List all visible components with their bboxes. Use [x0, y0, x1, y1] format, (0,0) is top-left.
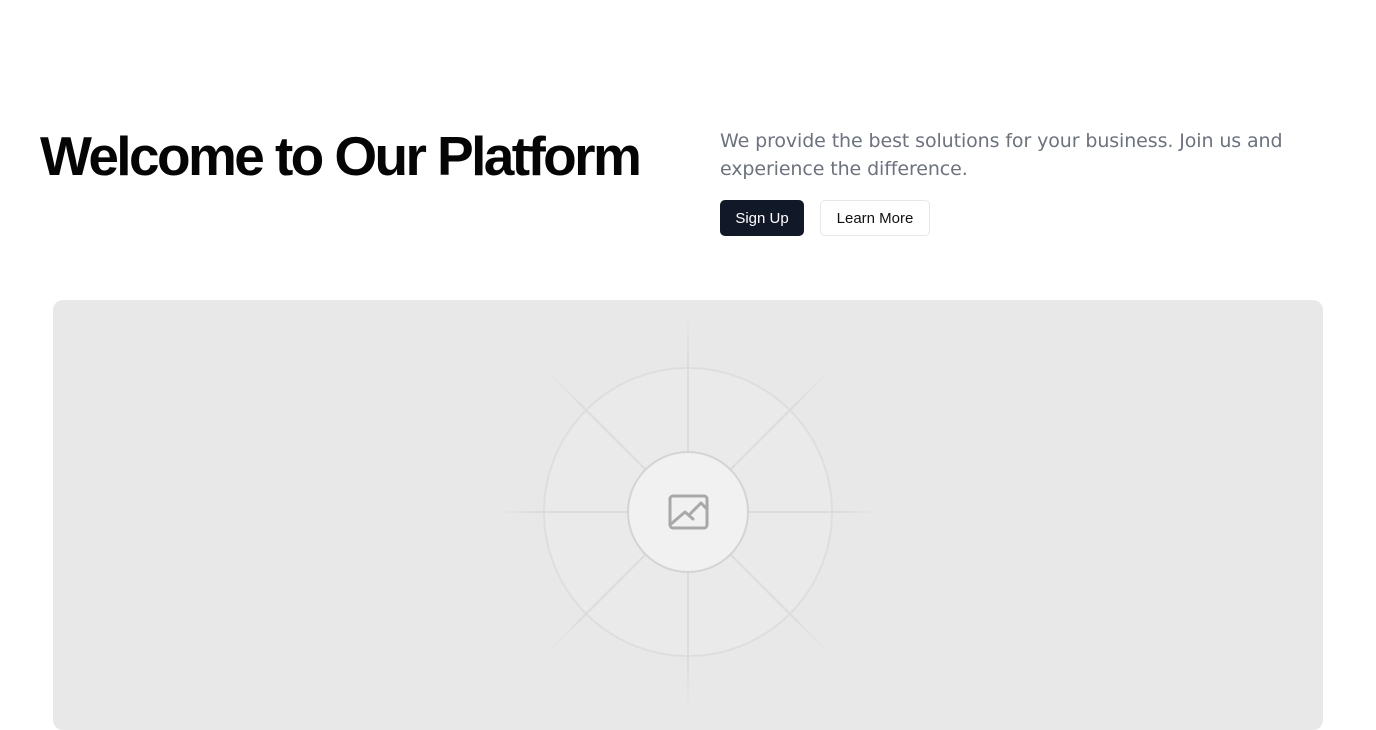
inner-circle	[627, 451, 749, 573]
hero-actions: Sign Up Learn More	[720, 200, 930, 236]
learn-more-button[interactable]: Learn More	[820, 200, 930, 236]
hero-image-placeholder	[53, 300, 1323, 730]
sign-up-button[interactable]: Sign Up	[720, 200, 804, 236]
hero-section: Welcome to Our Platform We provide the b…	[0, 0, 1376, 290]
placeholder-graphic	[476, 300, 900, 724]
hero-title: Welcome to Our Platform	[40, 125, 642, 187]
hero-intro: We provide the best solutions for your b…	[720, 127, 1340, 236]
hero-description: We provide the best solutions for your b…	[720, 130, 1283, 180]
